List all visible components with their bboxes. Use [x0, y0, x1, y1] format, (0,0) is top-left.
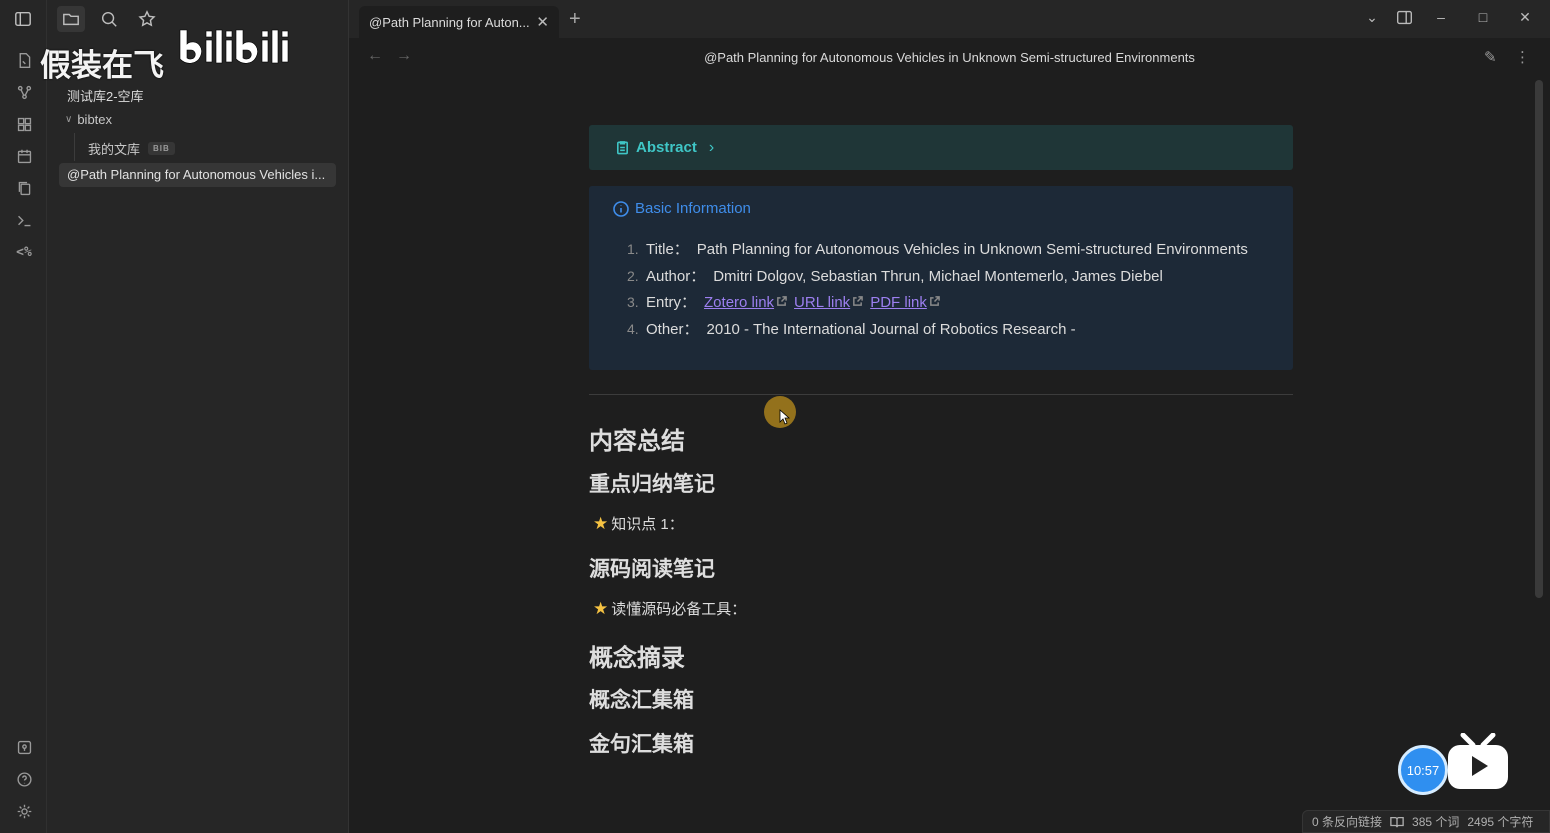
heading-source-notes: 源码阅读笔记: [589, 558, 715, 581]
chevron-right-icon: ›: [708, 138, 715, 156]
folder-label: bibtex: [77, 112, 113, 127]
list-label: Entry：: [646, 294, 697, 311]
settings-icon[interactable]: [14, 801, 34, 821]
file-extension-badge: BIB: [148, 142, 175, 155]
view-title[interactable]: @Path Planning for Autonomous Vehicles i…: [349, 50, 1550, 65]
heading-quotes: 金句汇集箱: [589, 733, 694, 756]
tab-bar: @Path Planning for Auton... ✕ + ⌄ – □ ✕: [349, 0, 1550, 38]
vault-name[interactable]: 测试库2-空库: [67, 86, 144, 105]
terminal-icon[interactable]: [14, 210, 34, 230]
search-icon[interactable]: [95, 6, 123, 32]
horizontal-rule: [589, 394, 1293, 395]
toggle-right-sidebar-icon[interactable]: [1394, 9, 1414, 29]
zotero-link[interactable]: Zotero link: [704, 294, 774, 311]
external-link-icon: [852, 294, 864, 306]
help-icon[interactable]: [14, 769, 34, 789]
chevron-down-icon: ∨: [65, 114, 73, 125]
abstract-callout[interactable]: Abstract ›: [589, 125, 1293, 170]
star-icon: ★: [593, 598, 609, 618]
url-link[interactable]: URL link: [794, 294, 850, 311]
close-tab-icon[interactable]: ✕: [536, 13, 549, 31]
vault-switch-icon[interactable]: [14, 737, 34, 757]
knowledge-point-text: 知识点 1：: [611, 516, 684, 533]
char-count: 2495 个字符: [1467, 815, 1534, 829]
tree-indent-guide: [74, 133, 75, 161]
external-link-icon: [929, 294, 940, 306]
copy-icon[interactable]: [14, 178, 34, 198]
tree-file-active-note[interactable]: @Path Planning for Autonomous Vehicles i…: [59, 163, 336, 187]
heading-concepts: 概念摘录: [589, 645, 685, 672]
list-label: Author：: [646, 267, 706, 285]
reading-book-icon[interactable]: [1390, 815, 1404, 829]
tree-folder-bibtex[interactable]: ∨ bibtex: [65, 112, 112, 127]
tab-list-dropdown-icon[interactable]: ⌄: [1362, 9, 1382, 26]
new-tab-button[interactable]: +: [569, 8, 581, 31]
clipboard-icon: [617, 141, 628, 155]
view-header: ← → @Path Planning for Autonomous Vehicl…: [349, 38, 1550, 78]
scrollbar[interactable]: [1535, 80, 1543, 598]
maximize-button[interactable]: □: [1473, 9, 1493, 25]
author-value: Dmitri Dolgov, Sebastian Thrun, Michael …: [713, 267, 1163, 285]
heading-concept-box: 概念汇集箱: [589, 689, 694, 712]
open-vault-icon[interactable]: [14, 50, 34, 70]
minimize-button[interactable]: –: [1431, 9, 1451, 25]
graph-view-icon[interactable]: [14, 82, 34, 102]
list-item-entry: 3. Entry： Zotero link URL link PDF link: [627, 291, 1248, 318]
tab-title: @Path Planning for Auton...: [369, 14, 530, 30]
toggle-sidebar-icon[interactable]: [9, 6, 37, 32]
abstract-title: Abstract: [636, 139, 697, 156]
basic-info-header: Basic Information: [613, 200, 751, 217]
templater-label: <%: [16, 244, 32, 260]
canvas-icon[interactable]: [14, 114, 34, 134]
paragraph-tools: ★ 读懂源码必备工具：: [593, 598, 746, 619]
watermark-text: 假装在飞: [40, 48, 164, 84]
heading-summary: 内容总结: [589, 428, 685, 455]
templater-icon[interactable]: <%: [14, 242, 34, 262]
other-value: 2010 - The International Journal of Robo…: [706, 320, 1076, 338]
heading-key-notes: 重点归纳笔记: [589, 473, 715, 496]
list-number: 3.: [627, 294, 639, 310]
file-label: 我的文库: [88, 142, 141, 157]
tools-text: 读懂源码必备工具：: [611, 601, 747, 618]
basic-info-list: 1. Title： Path Planning for Autonomous V…: [627, 238, 1248, 344]
tree-file-library[interactable]: 我的文库 BIB: [88, 139, 175, 158]
paragraph-knowledge-point: ★ 知识点 1：: [593, 513, 684, 534]
mouse-pointer-icon: [779, 409, 791, 425]
pdf-link[interactable]: PDF link: [870, 294, 927, 311]
bookmark-star-icon[interactable]: [133, 6, 161, 32]
paper-title-value: Path Planning for Autonomous Vehicles in…: [696, 241, 1248, 258]
close-window-button[interactable]: ✕: [1515, 9, 1535, 26]
list-item-author: 2. Author： Dmitri Dolgov, Sebastian Thru…: [627, 265, 1248, 292]
ribbon: <%: [0, 0, 47, 833]
more-options-icon[interactable]: ⋮: [1515, 48, 1530, 66]
basic-info-title: Basic Information: [635, 200, 751, 217]
edit-mode-icon[interactable]: ✎: [1484, 48, 1497, 66]
status-bar: 0 条反向链接 385 个词 2495 个字符: [1302, 810, 1550, 833]
list-label: Other：: [646, 320, 699, 338]
folder-icon[interactable]: [57, 6, 85, 32]
basic-info-callout: Basic Information 1. Title： Path Plannin…: [589, 186, 1293, 370]
bilibili-logo-icon: [179, 29, 289, 64]
list-number: 1.: [627, 241, 639, 257]
external-link-icon: [776, 294, 787, 306]
list-item-other: 4. Other： 2010 - The International Journ…: [627, 318, 1248, 345]
list-label: Title：: [646, 241, 689, 258]
tab-active-note[interactable]: @Path Planning for Auton... ✕: [359, 6, 559, 38]
file-explorer-sidebar: 测试库2-空库 ∨ bibtex 我的文库 BIB @Path Planning…: [15, 0, 349, 833]
list-number: 2.: [627, 267, 639, 284]
word-count: 385 个词: [1412, 815, 1460, 829]
calendar-icon[interactable]: [14, 146, 34, 166]
bilibili-tv-play-icon[interactable]: [1447, 733, 1509, 791]
star-icon: ★: [593, 513, 609, 533]
info-icon: [613, 200, 629, 217]
video-timestamp-bubble: 10:57: [1398, 745, 1448, 795]
backlinks-count[interactable]: 0 条反向链接: [1312, 813, 1382, 830]
list-item-title: 1. Title： Path Planning for Autonomous V…: [627, 238, 1248, 265]
list-number: 4.: [627, 320, 639, 337]
